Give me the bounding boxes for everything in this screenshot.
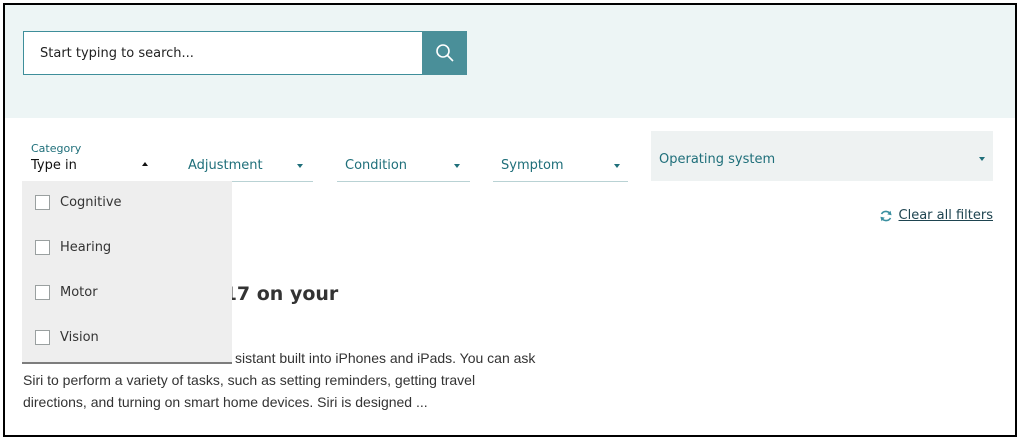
snippet-line: directions, and turning on smart home de… [23, 394, 428, 410]
operating-system-filter[interactable]: Operating system [651, 131, 993, 181]
option-label: Vision [60, 330, 99, 345]
search-icon [435, 44, 454, 62]
adjustment-filter[interactable]: Adjustment [183, 153, 313, 182]
clear-all-filters-link[interactable]: Clear all filters [879, 208, 993, 223]
symptom-label: Symptom [501, 158, 564, 173]
caret-up-icon[interactable] [142, 162, 148, 166]
symptom-filter[interactable]: Symptom [493, 153, 628, 182]
category-option-motor[interactable]: Motor [35, 285, 98, 300]
chevron-down-icon [297, 164, 303, 168]
adjustment-label: Adjustment [188, 158, 263, 173]
search-placeholder: Start typing to search... [40, 45, 194, 61]
checkbox[interactable] [35, 285, 50, 300]
category-value: Type in [31, 158, 77, 173]
category-option-cognitive[interactable]: Cognitive [35, 195, 122, 210]
option-label: Hearing [60, 240, 112, 255]
snippet-line: Siri to perform a variety of tasks, such… [23, 372, 476, 388]
search-button[interactable] [422, 31, 467, 75]
condition-label: Condition [345, 158, 408, 173]
category-option-hearing[interactable]: Hearing [35, 240, 111, 255]
checkbox[interactable] [35, 195, 50, 210]
option-label: Cognitive [60, 195, 122, 210]
category-option-vision[interactable]: Vision [35, 330, 99, 345]
chevron-down-icon [614, 164, 620, 168]
checkbox[interactable] [35, 240, 50, 255]
category-caption: Category [31, 142, 82, 155]
refresh-icon [879, 210, 892, 221]
operating-system-label: Operating system [659, 152, 776, 167]
page-frame: Start typing to search... Category Type … [3, 3, 1017, 437]
condition-filter[interactable]: Condition [337, 153, 470, 182]
search-input[interactable]: Start typing to search... [23, 31, 423, 75]
option-label: Motor [60, 285, 98, 300]
chevron-down-icon [979, 157, 985, 161]
checkbox[interactable] [35, 330, 50, 345]
category-dropdown: Cognitive Hearing Motor Vision [22, 181, 232, 364]
chevron-down-icon [454, 164, 460, 168]
clear-all-filters-label: Clear all filters [898, 208, 993, 223]
